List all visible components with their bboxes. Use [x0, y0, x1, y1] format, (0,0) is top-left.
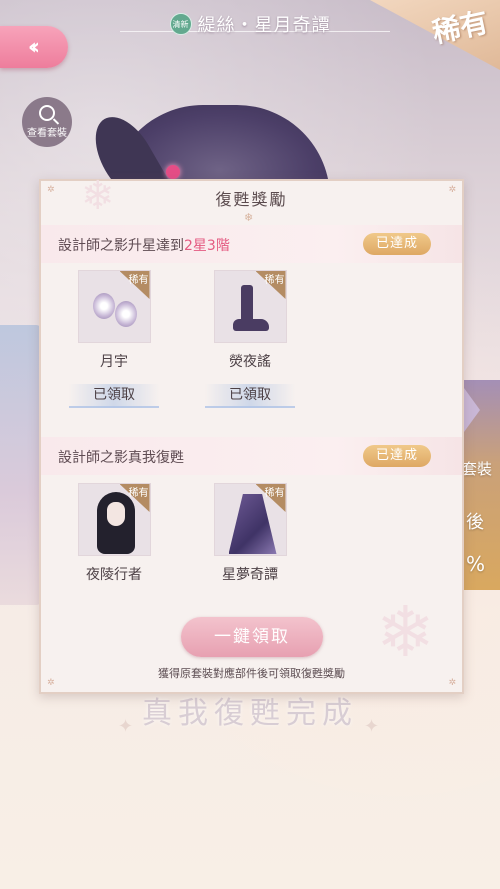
- dress-icon: [228, 494, 277, 554]
- reward-item[interactable]: 稀有 月宇 已領取: [69, 270, 159, 408]
- item-name: 熒夜謠: [229, 354, 271, 370]
- awakening-complete-text: 真我復甦完成: [142, 696, 358, 731]
- right-label-set: 套裝: [462, 460, 493, 478]
- achieved-badge: 已達成: [363, 233, 431, 255]
- rarity-tag-label: 稀有: [128, 275, 149, 286]
- view-set-button[interactable]: 查看套裝: [22, 97, 72, 147]
- claimed-status: 已領取: [205, 384, 295, 408]
- reward-section-header: 設計師之影升星達到2星3階 已達成: [41, 225, 462, 263]
- sparkle-icon: ✦: [118, 716, 134, 737]
- earring-icon: [114, 301, 137, 327]
- snowflake-icon: ❄: [244, 211, 254, 224]
- claim-all-button[interactable]: 一鍵領取: [181, 617, 323, 657]
- claimed-status: 已領取: [69, 384, 159, 408]
- view-set-label: 查看套裝: [27, 128, 67, 139]
- item-thumbnail: 稀有: [77, 270, 151, 343]
- set-title: 緹絲・星月奇譚: [197, 15, 331, 36]
- achieved-badge: 已達成: [363, 445, 431, 467]
- left-card-preview[interactable]: [0, 325, 42, 605]
- claim-hint: 獲得原套裝對應部件後可領取復甦獎勵: [158, 667, 345, 680]
- item-name: 星夢奇譚: [222, 567, 278, 583]
- right-label-after: 後: [466, 512, 484, 533]
- style-badge: 清新: [169, 13, 192, 35]
- next-arrow-icon[interactable]: [464, 388, 480, 432]
- item-thumbnail: 稀有: [213, 270, 287, 343]
- rarity-tag-label: 稀有: [264, 275, 285, 286]
- face-icon: [106, 502, 125, 526]
- awakening-reward-dialog: ❄ ❄ ✲ ✲ ✲ ✲ 復甦獎勵 ❄ 設計師之影升星達到2星3階 已達成 稀有 …: [39, 173, 464, 694]
- right-label-percent: %: [466, 552, 486, 576]
- section-title: 設計師之影真我復甦: [58, 450, 184, 466]
- item-thumbnail: 稀有: [77, 483, 151, 556]
- snowflake-decoration-icon: ❄: [376, 591, 435, 673]
- magnifier-icon: [39, 105, 55, 121]
- boots-icon: [232, 319, 269, 331]
- reward-item[interactable]: 稀有 星夢奇譚: [210, 483, 290, 584]
- reward-section-header: 設計師之影真我復甦 已達成: [41, 437, 462, 475]
- section-title: 設計師之影升星達到2星3階: [58, 238, 230, 254]
- rarity-tag-label: 稀有: [128, 488, 149, 499]
- sparkle-icon: ✦: [364, 716, 380, 737]
- item-name: 月宇: [100, 354, 128, 370]
- jewel-ornament: [166, 165, 180, 179]
- item-name: 夜陵行者: [86, 567, 142, 583]
- earring-icon: [92, 293, 115, 319]
- item-thumbnail: 稀有: [213, 483, 287, 556]
- rarity-tag-label: 稀有: [264, 488, 285, 499]
- reward-item[interactable]: 稀有 夜陵行者: [74, 483, 154, 584]
- reward-item[interactable]: 稀有 熒夜謠 已領取: [205, 270, 295, 408]
